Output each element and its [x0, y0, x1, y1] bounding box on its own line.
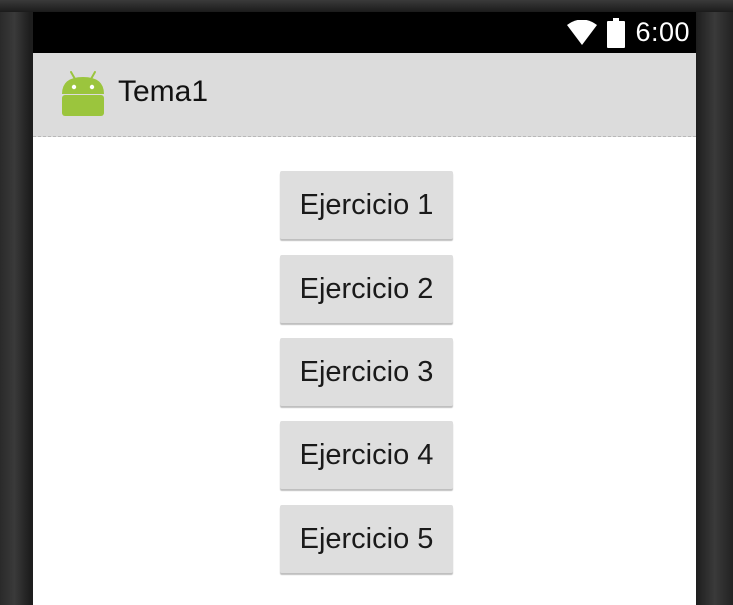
- action-bar: Tema1: [33, 53, 696, 137]
- device-frame: 6:00 Tema1 Ejercicio 1 Ejercicio 2 Ejerc…: [0, 0, 733, 605]
- status-icons: 6:00: [567, 12, 690, 53]
- ejercicio-5-button[interactable]: Ejercicio 5: [280, 505, 453, 573]
- app-title: Tema1: [118, 75, 209, 108]
- main-content: Ejercicio 1 Ejercicio 2 Ejercicio 3 Ejer…: [33, 137, 696, 605]
- ejercicio-3-button[interactable]: Ejercicio 3: [280, 338, 453, 406]
- device-top-bezel: [0, 0, 733, 12]
- battery-icon: [607, 17, 626, 48]
- android-robot-icon[interactable]: [59, 70, 107, 118]
- status-time: 6:00: [635, 17, 690, 47]
- status-bar: 6:00: [33, 12, 696, 53]
- ejercicio-4-button[interactable]: Ejercicio 4: [280, 421, 453, 489]
- ejercicio-2-button[interactable]: Ejercicio 2: [280, 255, 453, 323]
- wifi-icon: [567, 19, 598, 45]
- phone-screen: 6:00 Tema1 Ejercicio 1 Ejercicio 2 Ejerc…: [33, 12, 696, 605]
- ejercicio-1-button[interactable]: Ejercicio 1: [280, 171, 453, 239]
